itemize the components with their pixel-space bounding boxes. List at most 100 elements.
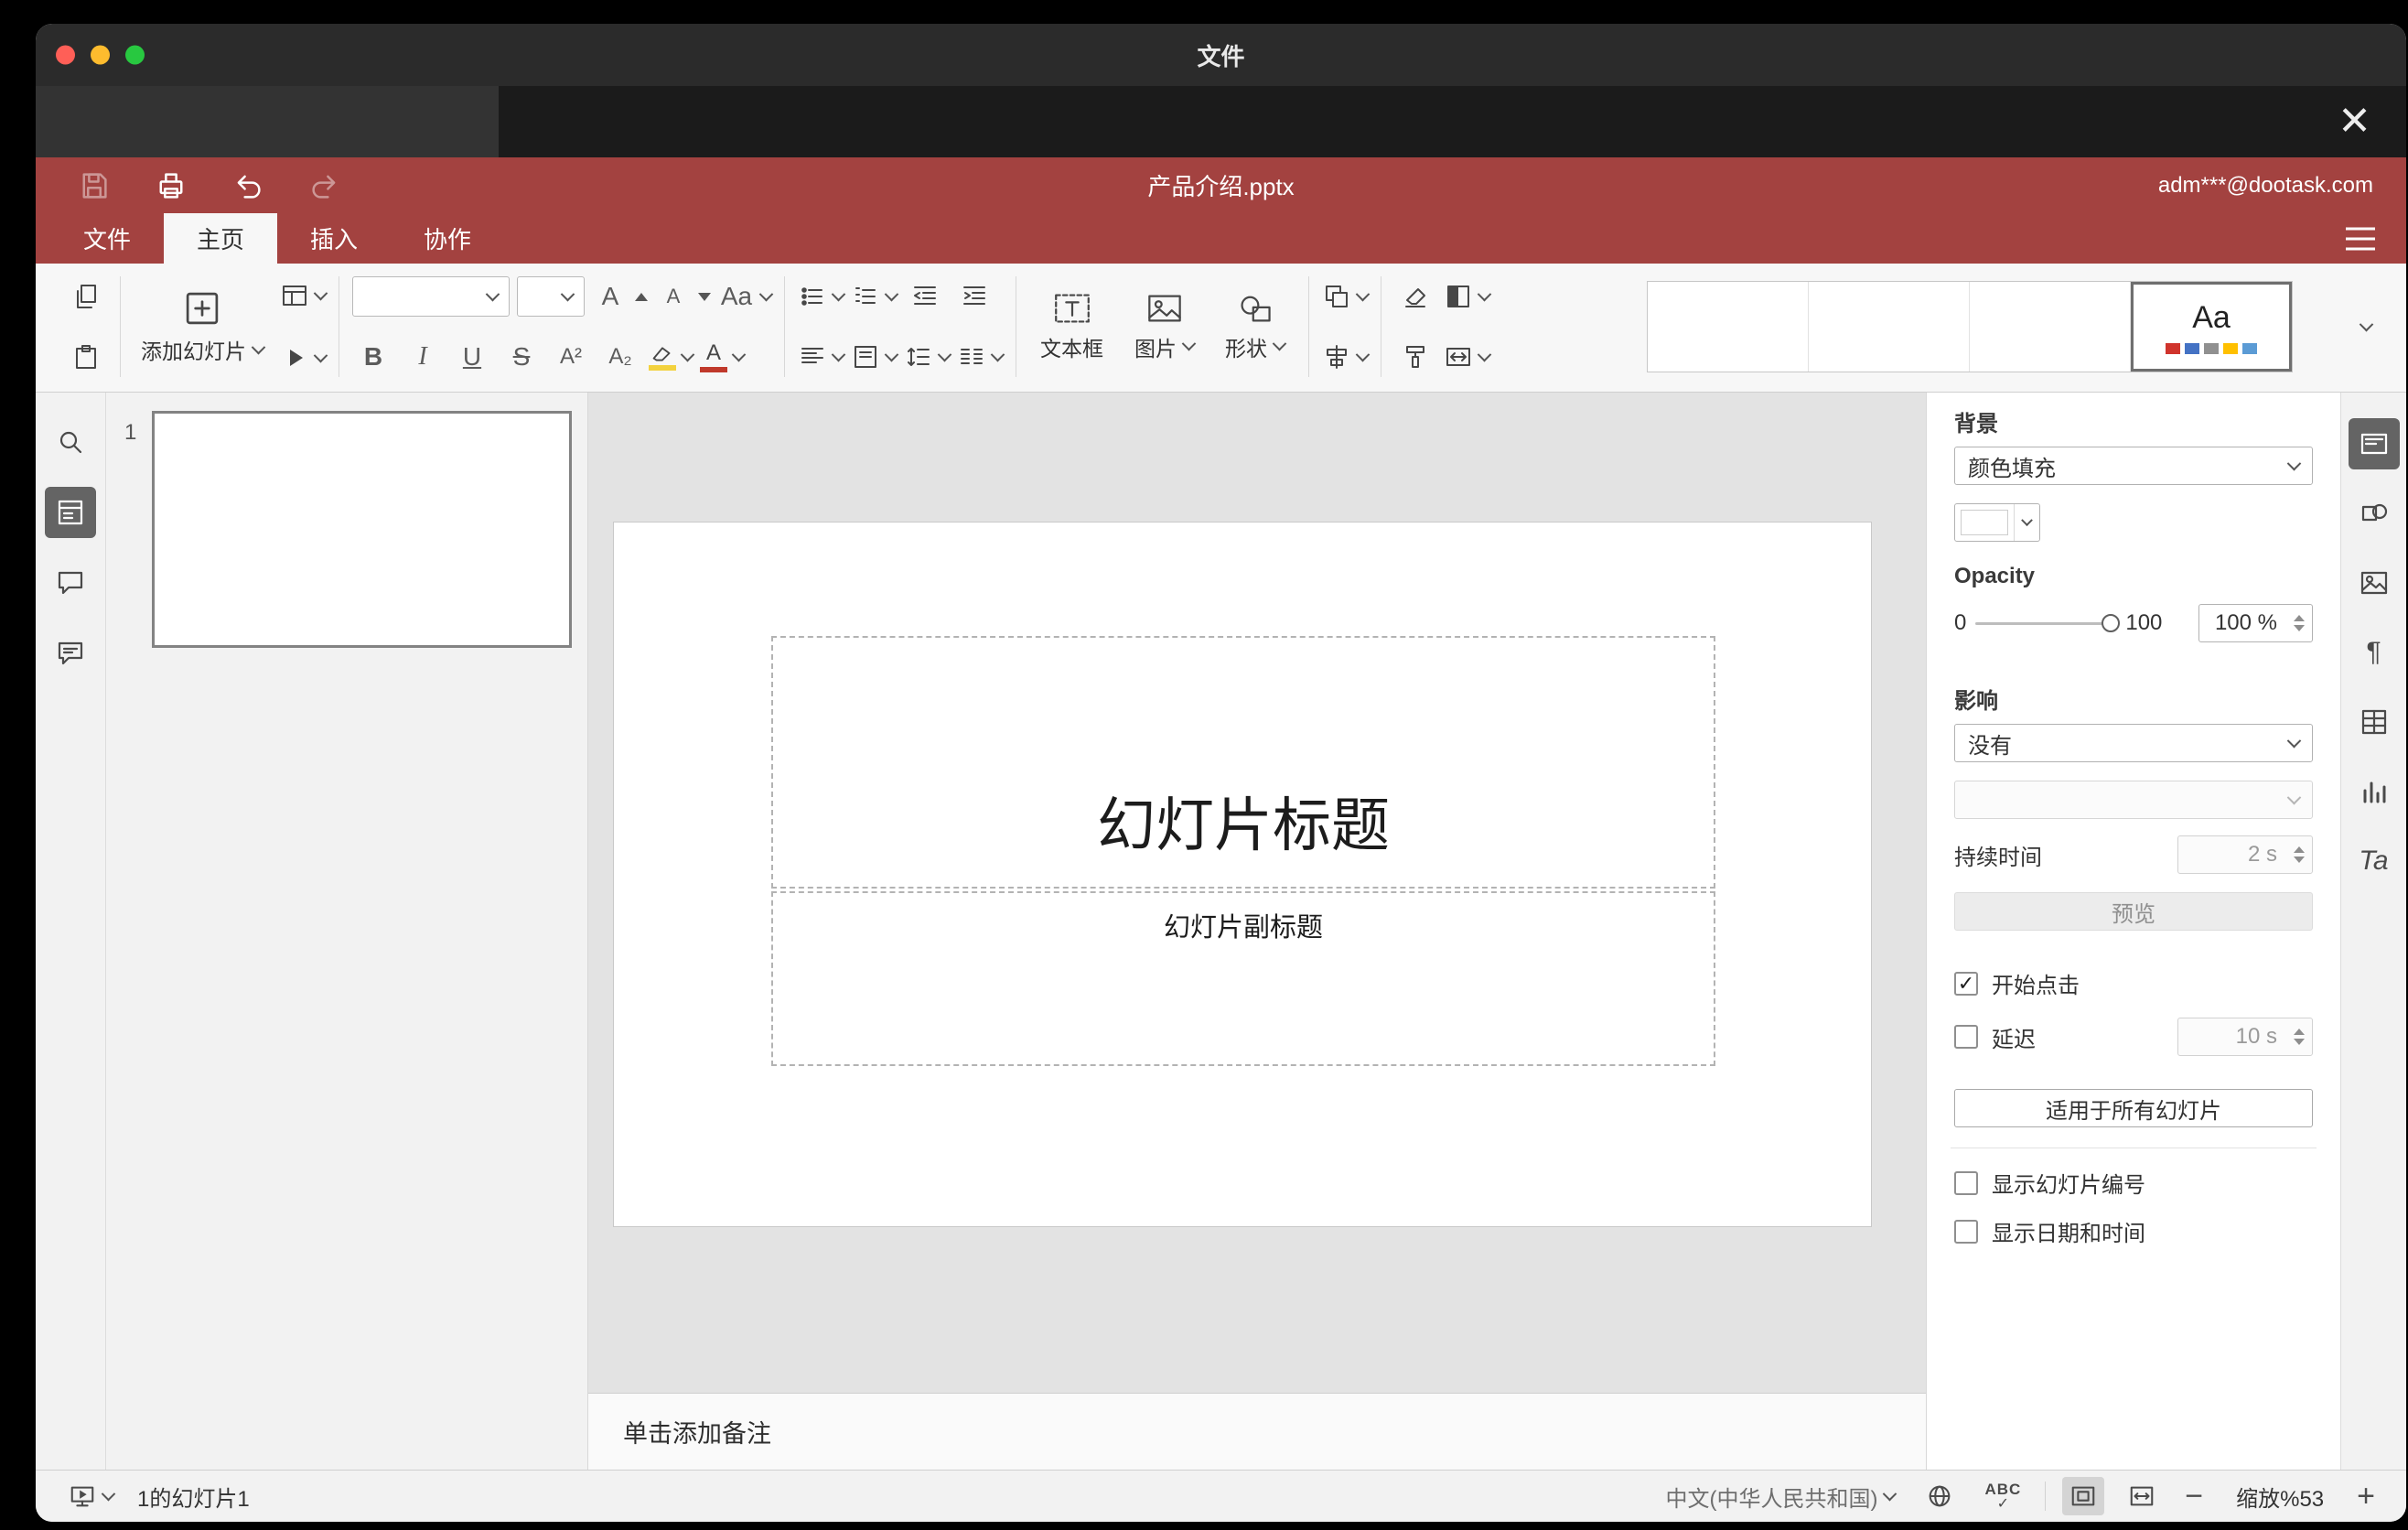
print-button[interactable] [155,169,188,202]
select-color-scheme-button[interactable] [1444,275,1492,318]
vertical-align-button[interactable] [851,335,899,379]
theme-option-selected[interactable]: Aa [2131,282,2292,372]
tab-collaboration[interactable]: 协作 [391,213,504,264]
spinner-arrows-icon[interactable] [2294,836,2305,873]
close-icon[interactable]: ✕ [2338,102,2371,142]
spinner-arrows-icon[interactable] [2294,1018,2305,1055]
arrange-shape-button[interactable] [1322,275,1371,318]
delay-checkbox[interactable] [1954,1025,1978,1049]
save-button[interactable] [78,169,111,202]
slide-settings-tab[interactable] [2348,418,2400,469]
change-layout-button[interactable] [280,274,328,318]
columns-button[interactable] [957,335,1005,379]
redo-button[interactable] [308,169,341,202]
copy-button[interactable] [65,275,107,318]
decrease-indent-button[interactable] [904,275,946,318]
effect-type-select[interactable] [1954,781,2313,819]
preview-slideshow-button[interactable] [280,336,328,380]
view-settings-menu-icon[interactable] [2346,227,2375,250]
subscript-button[interactable]: A₂ [599,335,641,379]
start-on-click-checkbox[interactable]: ✓ [1954,971,1978,996]
theme-option-1[interactable] [1648,282,1809,372]
italic-button[interactable]: I [402,335,444,379]
theme-option-2[interactable] [1809,282,1970,372]
slide-size-button[interactable] [1444,335,1492,379]
slide-subtitle-placeholder[interactable]: 幻灯片副标题 [771,891,1715,1066]
fit-slide-button[interactable] [2062,1477,2105,1515]
tab-insert[interactable]: 插入 [277,213,391,264]
slides-panel-button[interactable] [45,487,96,538]
bullet-list-button[interactable] [798,275,846,318]
feedback-button[interactable] [45,628,96,679]
increase-indent-button[interactable] [953,275,995,318]
spinner-arrows-icon[interactable] [2294,605,2305,641]
strikethrough-button[interactable]: S [500,335,543,379]
fit-width-button[interactable] [2121,1477,2163,1515]
increase-font-button[interactable]: A [592,275,648,318]
delay-field[interactable]: 10 s [2177,1018,2313,1056]
close-traffic-light[interactable] [56,45,75,65]
align-shape-button[interactable] [1322,335,1371,379]
insert-image-button[interactable]: 图片 [1123,274,1205,380]
font-name-select[interactable] [352,276,510,317]
paragraph-settings-tab[interactable]: ¶ [2349,627,2400,678]
slide-thumbnail[interactable] [152,411,572,648]
fullscreen-traffic-light[interactable] [125,45,145,65]
opacity-slider-knob[interactable] [2102,614,2121,632]
language-select[interactable]: 中文(中华人民共和国) [1658,1477,1902,1515]
effect-select[interactable]: 没有 [1954,724,2313,762]
start-slideshow-button[interactable] [61,1477,121,1515]
color-swatch [1961,510,2008,535]
bold-button[interactable]: B [352,335,394,379]
theme-option-3[interactable] [1970,282,2131,372]
numbered-list-button[interactable] [851,275,899,318]
insert-textbox-button[interactable]: 文本框 [1029,274,1114,380]
duration-field[interactable]: 2 s [2177,835,2313,874]
opacity-slider[interactable] [1975,614,2121,632]
tab-home[interactable]: 主页 [164,213,278,264]
table-settings-tab[interactable] [2349,696,2400,748]
decrease-font-button[interactable]: A [655,275,711,318]
shape-settings-tab[interactable] [2349,488,2400,539]
insert-shape-button[interactable]: 形状 [1214,274,1295,380]
chart-settings-tab[interactable] [2349,766,2400,817]
quick-access-toolbar [36,169,341,202]
minimize-traffic-light[interactable] [91,45,110,65]
copy-style-button[interactable] [1394,335,1436,379]
horizontal-align-button[interactable] [798,335,846,379]
document-language-button[interactable] [1919,1477,1961,1515]
show-slide-number-checkbox[interactable] [1954,1170,1978,1195]
tab-file[interactable]: 文件 [50,213,164,264]
undo-button[interactable] [231,169,264,202]
opacity-value-field[interactable]: 100 % [2198,604,2313,642]
background-fill-select[interactable]: 颜色填充 [1954,447,2313,485]
change-case-button[interactable]: Aa [718,275,774,318]
zoom-in-button[interactable]: + [2351,1481,2381,1512]
spellcheck-toggle[interactable]: ABC ✓ [1977,1477,2028,1515]
line-spacing-button[interactable] [904,335,952,379]
underline-button[interactable]: U [451,335,493,379]
slide-canvas[interactable]: 幻灯片标题 幻灯片副标题 [613,522,1872,1227]
theme-gallery-expand-button[interactable] [2342,281,2390,372]
slide-size-icon [1446,348,1470,366]
font-size-select[interactable] [517,276,585,317]
clear-style-button[interactable] [1394,275,1436,318]
apply-to-all-slides-button[interactable]: 适用于所有幻灯片 [1954,1089,2313,1127]
preview-button[interactable]: 预览 [1954,892,2313,931]
slide-title-placeholder[interactable]: 幻灯片标题 [771,636,1715,889]
notes-area[interactable]: 单击添加备注 [588,1393,1926,1470]
search-icon-button[interactable] [45,416,96,468]
paste-button[interactable] [65,335,107,379]
superscript-button[interactable]: A² [550,335,592,379]
image-settings-tab[interactable] [2349,557,2400,609]
zoom-out-button[interactable]: − [2179,1481,2209,1512]
clipboard-group [52,271,120,382]
highlight-color-button[interactable] [649,335,695,379]
font-color-button[interactable]: A [700,335,747,379]
text-art-settings-tab[interactable]: Ta [2349,835,2400,887]
comments-panel-button[interactable] [45,557,96,609]
background-color-picker[interactable] [1954,503,2040,542]
add-slide-button[interactable]: 添加幻灯片 [134,274,271,380]
show-date-time-checkbox[interactable] [1954,1219,1978,1244]
slide-group: 添加幻灯片 [121,271,339,382]
